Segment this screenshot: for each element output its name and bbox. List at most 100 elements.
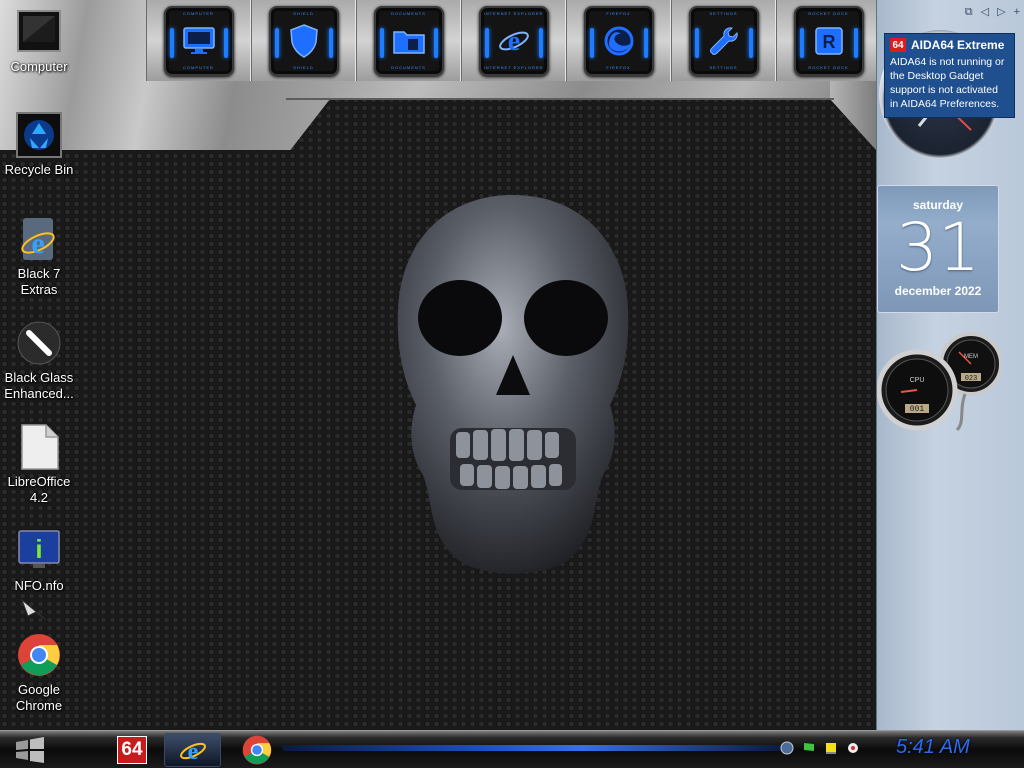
dock-item-label: FIREFOX	[606, 10, 631, 16]
desktop-icon-black-7-extras[interactable]: e Black 7 Extras	[0, 215, 78, 298]
desktop: COMPUTER COMPUTER SHIELD SHIELD DOCUMENT…	[0, 0, 876, 730]
sidebar-prev-icon[interactable]: ◁	[981, 6, 989, 18]
dock-item-computer[interactable]: COMPUTER COMPUTER	[146, 0, 251, 81]
desktop-icon-label: Google Chrome	[15, 682, 63, 713]
dock-item-documents[interactable]: DOCUMENTS DOCUMENTS	[356, 0, 461, 81]
sidebar-add-icon[interactable]: +	[1014, 6, 1020, 18]
aida64-logo-icon: 64	[117, 736, 147, 764]
chrome-icon	[15, 631, 63, 679]
notification-icon[interactable]	[824, 741, 838, 755]
taskbar-chrome-button[interactable]	[234, 733, 280, 767]
dock-tile: SETTINGS SETTINGS	[688, 5, 759, 76]
aida64-message: AIDA64 is not running or the Desktop Gad…	[890, 56, 1005, 110]
skull-wallpaper-image	[397, 195, 629, 574]
pen-icon	[15, 319, 63, 367]
dock-item-label: SHIELD	[293, 10, 314, 16]
taskbar: 64 e 5:41 AM	[0, 730, 1024, 768]
mouse-cursor-icon	[20, 598, 50, 629]
dock-item-label: DOCUMENTS	[391, 10, 426, 16]
dock-item-label: FIREFOX	[606, 64, 631, 70]
desktop-icon-recycle-bin[interactable]: Recycle Bin	[0, 111, 78, 178]
calendar-month: december 2022	[894, 284, 982, 298]
firefox-icon	[600, 23, 638, 59]
cpu-gauge-label: CPU	[910, 377, 925, 384]
dock-item-label: INTERNET EXPLORER	[483, 64, 544, 70]
dock-item-settings[interactable]: SETTINGS SETTINGS	[671, 0, 776, 81]
recycle-bin-icon	[15, 111, 63, 159]
sidebar-controls: ⧉ ◁ ▷ +	[965, 6, 1020, 18]
wallpaper-metal-edge	[286, 98, 834, 100]
dock-item-label: COMPUTER	[183, 64, 214, 70]
chrome-icon	[242, 735, 272, 765]
rocketdock-icon: R	[810, 23, 848, 59]
desktop-icon-label: Computer	[10, 59, 68, 74]
dock-item-firefox[interactable]: FIREFOX FIREFOX	[566, 0, 671, 81]
aida64-header: 64 AIDA64 Extreme	[890, 38, 1009, 52]
aida64-notification[interactable]: 64 AIDA64 Extreme AIDA64 is not running …	[884, 33, 1015, 118]
internet-explorer-icon: e	[495, 23, 533, 59]
svg-text:e: e	[31, 227, 44, 260]
svg-text:e: e	[187, 739, 198, 765]
dock-tile: COMPUTER COMPUTER	[163, 5, 234, 76]
dock-item-label: SHIELD	[293, 64, 314, 70]
start-button[interactable]	[4, 735, 56, 765]
desktop-icon-label: Black 7 Extras	[17, 266, 61, 297]
taskbar-clock[interactable]: 5:41 AM	[896, 736, 970, 759]
svg-text:R: R	[822, 32, 835, 52]
internet-explorer-icon: e	[179, 739, 206, 765]
taskbar-aida64-button[interactable]: 64	[113, 733, 151, 767]
sidebar-next-icon[interactable]: ▷	[997, 6, 1005, 18]
aida64-title: AIDA64 Extreme	[911, 38, 1005, 52]
desktop-icon-label: NFO.nfo	[14, 578, 64, 593]
dock-tile: ROCKET DOCK R ROCKET DOCK	[793, 5, 864, 76]
svg-text:e: e	[507, 26, 519, 57]
desktop-icon-libreoffice[interactable]: LibreOffice 4.2	[0, 423, 78, 506]
folder-icon	[390, 23, 428, 59]
system-tray	[780, 741, 860, 755]
calendar-date: 31	[896, 209, 980, 286]
dock-item-label: INTERNET EXPLORER	[483, 10, 544, 16]
cpu-gauge-readout: 001	[910, 405, 925, 414]
dock-item-label: ROCKET DOCK	[808, 10, 849, 16]
desktop-icon-label: LibreOffice 4.2	[7, 474, 71, 505]
dock-tile: DOCUMENTS DOCUMENTS	[373, 5, 444, 76]
dock-item-label: ROCKET DOCK	[808, 64, 849, 70]
document-icon	[15, 423, 63, 471]
desktop-icon-computer[interactable]: Computer	[0, 8, 78, 75]
desktop-icon-label: Black Glass Enhanced...	[4, 370, 74, 401]
wrench-icon	[705, 23, 743, 59]
dock-item-label: SETTINGS	[709, 10, 738, 16]
dock-item-internet-explorer[interactable]: INTERNET EXPLORER e INTERNET EXPLORER	[461, 0, 566, 81]
cpu-meter-gadget[interactable]: MEM 023 CPU 001	[877, 330, 1001, 436]
windows-logo-icon	[16, 737, 44, 763]
dock-tile: SHIELD SHIELD	[268, 5, 339, 76]
memory-gauge-label: MEM	[964, 354, 978, 360]
taskbar-internet-explorer-button[interactable]: e	[164, 733, 221, 767]
info-icon: i	[15, 527, 63, 575]
volume-icon[interactable]	[846, 741, 860, 755]
dock-item-label: DOCUMENTS	[391, 64, 426, 70]
desktop-icon-nfo[interactable]: i NFO.nfo	[0, 527, 78, 594]
svg-text:i: i	[35, 534, 42, 564]
dock-item-rocketdock[interactable]: ROCKET DOCK R ROCKET DOCK	[776, 0, 876, 81]
dock-tile: FIREFOX FIREFOX	[583, 5, 654, 76]
dock-item-shield[interactable]: SHIELD SHIELD	[251, 0, 356, 81]
desktop-icon-label: Recycle Bin	[4, 162, 74, 177]
dock-item-label: COMPUTER	[183, 10, 214, 16]
dock-item-label: SETTINGS	[709, 64, 738, 70]
aida64-logo-icon: 64	[890, 38, 906, 52]
sidebar-gadgets-icon[interactable]: ⧉	[965, 6, 973, 18]
taskbar-glow-decoration	[282, 745, 782, 751]
rocketdock-bar: COMPUTER COMPUTER SHIELD SHIELD DOCUMENT…	[146, 0, 876, 81]
network-icon[interactable]	[780, 741, 794, 755]
memory-gauge-readout: 023	[965, 375, 978, 383]
monitor-icon	[15, 8, 63, 56]
dock-tile: INTERNET EXPLORER e INTERNET EXPLORER	[478, 5, 549, 76]
desktop-icon-google-chrome[interactable]: Google Chrome	[0, 631, 78, 714]
shield-icon	[285, 23, 323, 59]
calendar-gadget[interactable]: saturday 31 december 2022	[877, 185, 999, 313]
monitor-icon	[180, 23, 218, 59]
desktop-icon-black-glass-enhanced[interactable]: Black Glass Enhanced...	[0, 319, 78, 402]
action-center-flag-icon[interactable]	[802, 741, 816, 755]
internet-explorer-icon: e	[15, 215, 63, 263]
